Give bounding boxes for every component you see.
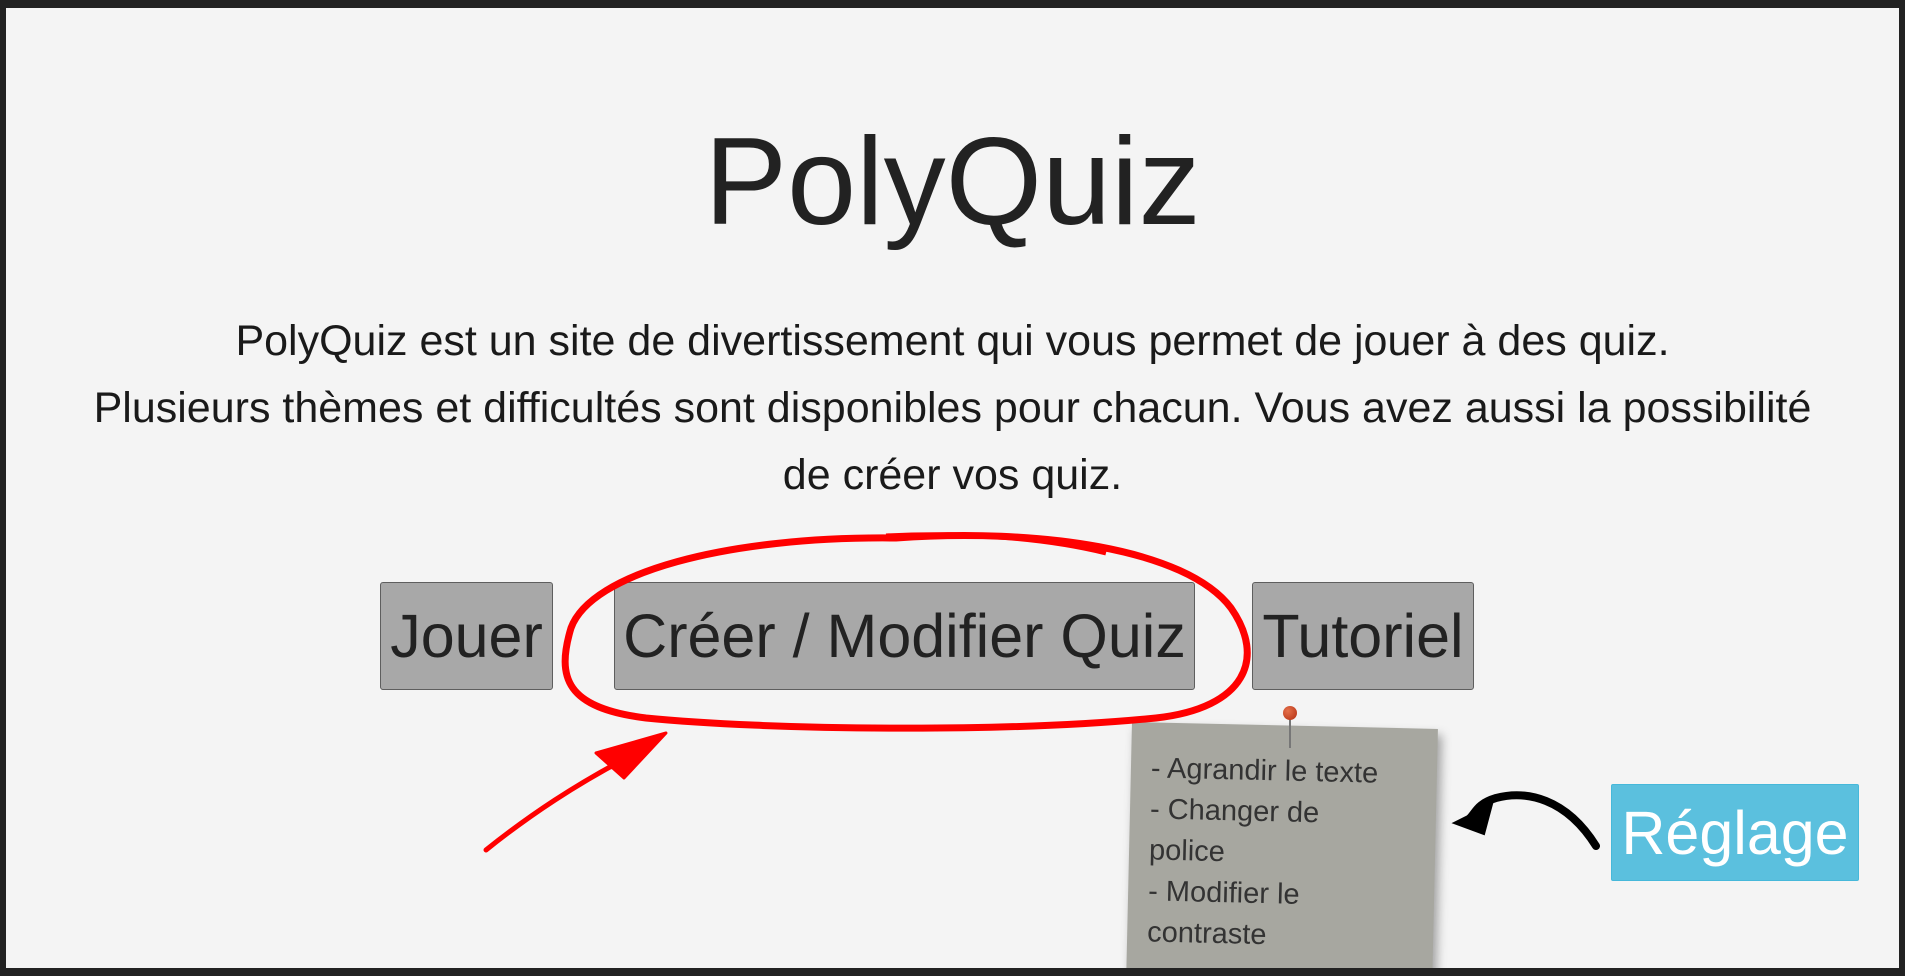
note-line-5: contraste — [1146, 916, 1267, 952]
settings-button[interactable]: Réglage — [1611, 784, 1859, 881]
note-line-3: police — [1148, 834, 1226, 869]
red-arrow — [483, 745, 649, 853]
red-circle-highlight-overlap — [885, 532, 1107, 556]
note-line-2: - Changer de — [1149, 793, 1320, 830]
note-line-1: - Agrandir le texte — [1150, 752, 1379, 790]
play-button[interactable]: Jouer — [380, 582, 553, 690]
page-title: PolyQuiz — [704, 113, 1201, 251]
create-edit-quiz-button[interactable]: Créer / Modifier Quiz — [614, 582, 1195, 690]
red-arrow-head — [594, 731, 668, 780]
note-line-4: - Modifier le — [1147, 875, 1300, 911]
page: PolyQuiz PolyQuiz est un site de diverti… — [6, 8, 1899, 968]
pin-needle — [1289, 718, 1291, 748]
black-arrow-head — [1451, 802, 1494, 836]
intro-line-1: PolyQuiz est un site de divertissement q… — [235, 317, 1670, 365]
black-arrow — [1464, 791, 1600, 850]
intro-line-3: de créer vos quiz. — [782, 451, 1123, 499]
tutorial-button[interactable]: Tutoriel — [1252, 582, 1474, 690]
sticky-note: - Agrandir le texte - Changer de police … — [1125, 722, 1438, 968]
intro-text: PolyQuiz est un site de divertissement q… — [6, 308, 1899, 509]
push-pin-icon — [1283, 706, 1297, 720]
intro-line-2: Plusieurs thèmes et difficultés sont dis… — [93, 384, 1812, 432]
